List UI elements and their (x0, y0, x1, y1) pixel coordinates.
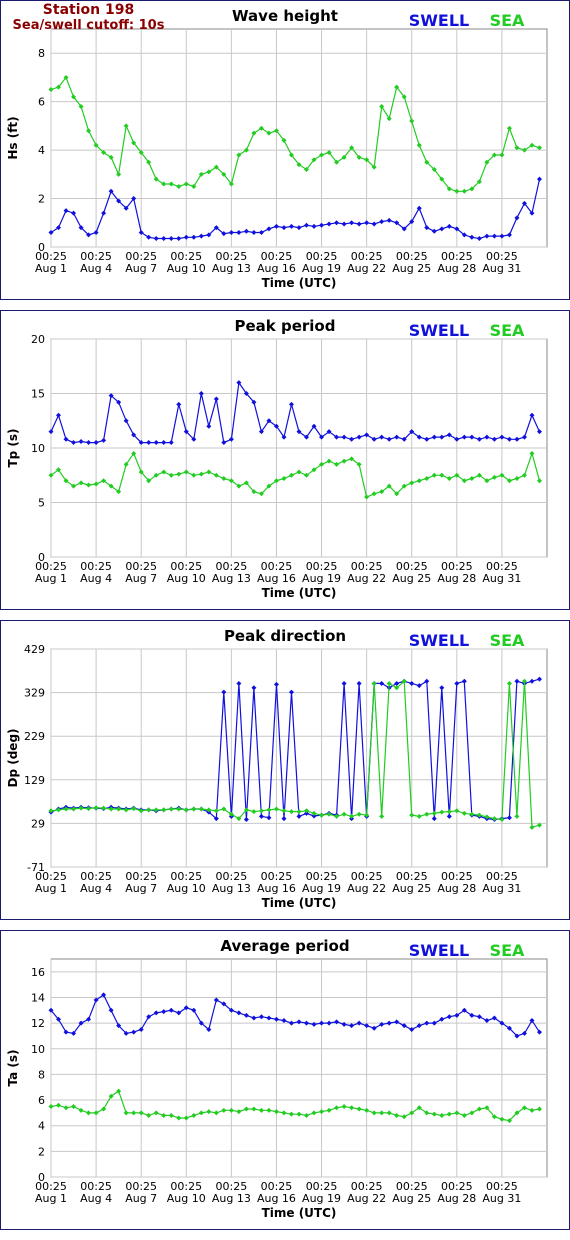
x-tick-date: Aug 31 (482, 572, 521, 585)
station-name: Station 198 (42, 2, 135, 18)
wave-height-chart: 0246800:25Aug 100:25Aug 400:25Aug 700:25… (6, 7, 548, 290)
y-tick-label: 5 (38, 497, 45, 510)
y-tick-label: 329 (24, 687, 45, 700)
plot-area (50, 958, 548, 1178)
legend-swell: SWELL (409, 11, 470, 30)
y-tick-label: 8 (38, 1068, 45, 1081)
x-tick-date: Aug 25 (392, 572, 431, 585)
x-tick-date: Aug 4 (80, 262, 112, 275)
legend-sea: SEA (490, 631, 525, 650)
x-tick-date: Aug 4 (80, 572, 112, 585)
plot-area (50, 648, 548, 868)
station-info: Station 198 Sea/swell cutoff: 10s (1, 2, 176, 34)
x-tick-date: Aug 13 (212, 882, 251, 895)
x-tick-date: Aug 25 (392, 262, 431, 275)
station-cutoff: Sea/swell cutoff: 10s (12, 18, 165, 33)
x-axis-label: Time (UTC) (262, 276, 337, 290)
x-axis-label: Time (UTC) (262, 1206, 337, 1220)
x-tick-date: Aug 22 (347, 1192, 386, 1205)
x-tick-date: Aug 19 (302, 572, 341, 585)
x-tick-date: Aug 1 (35, 572, 67, 585)
legend-sea: SEA (490, 321, 525, 340)
chart-title: Peak direction (224, 627, 346, 645)
x-tick-date: Aug 28 (437, 262, 476, 275)
peak-period-panel: 0 5 10 15 20 00:25 Aug 1 00:25 Aug 4 00:25 Aug 7 00… (0, 310, 570, 610)
x-tick-date: Aug 25 (392, 1192, 431, 1205)
y-axis-label: Dp (deg) (6, 728, 20, 787)
x-tick-date: Aug 7 (125, 262, 157, 275)
y-tick-label: 14 (31, 991, 45, 1004)
x-tick-date: Aug 16 (257, 262, 296, 275)
x-tick-date: Aug 10 (167, 262, 206, 275)
peak-direction-panel: -71 29 129 229 329 429 00:25 Aug 1 00:25 Aug 4 00:… (0, 620, 570, 920)
x-axis-label: Time (UTC) (262, 586, 337, 600)
x-tick-date: Aug 13 (212, 1192, 251, 1205)
x-tick-date: Aug 1 (35, 262, 67, 275)
x-tick-date: Aug 1 (35, 882, 67, 895)
y-axis-label: Hs (ft) (6, 116, 20, 159)
x-axis-label: Time (UTC) (262, 896, 337, 910)
y-tick-label: 229 (24, 730, 45, 743)
x-tick-date: Aug 28 (437, 1192, 476, 1205)
x-tick-date: Aug 19 (302, 882, 341, 895)
legend-sea: SEA (490, 11, 525, 30)
x-tick-date: Aug 4 (80, 1192, 112, 1205)
x-tick-date: Aug 22 (347, 572, 386, 585)
legend-sea: SEA (490, 941, 525, 960)
y-tick-label: 15 (31, 388, 45, 401)
x-tick-date: Aug 7 (125, 882, 157, 895)
x-tick-date: Aug 28 (437, 882, 476, 895)
y-tick-label: 4 (38, 1120, 45, 1133)
x-tick-date: Aug 19 (302, 1192, 341, 1205)
y-tick-label: 20 (31, 333, 45, 346)
x-tick-date: Aug 4 (80, 882, 112, 895)
x-tick-date: Aug 31 (482, 262, 521, 275)
y-tick-label: 8 (38, 47, 45, 60)
y-tick-label: 10 (31, 1043, 45, 1056)
y-tick-label: 4 (38, 144, 45, 157)
y-axis-label: Ta (s) (6, 1049, 20, 1086)
plot-area (50, 28, 548, 248)
x-tick-date: Aug 22 (347, 262, 386, 275)
chart-title: Peak period (235, 317, 336, 335)
y-tick-label: 429 (24, 643, 45, 656)
peak-period-chart: 0510152000:25Aug 100:25Aug 400:25Aug 700… (6, 317, 548, 600)
y-tick-label: 2 (38, 193, 45, 206)
x-tick-date: Aug 25 (392, 882, 431, 895)
x-tick-date: Aug 31 (482, 1192, 521, 1205)
x-tick-date: Aug 13 (212, 262, 251, 275)
x-tick-date: Aug 22 (347, 882, 386, 895)
y-tick-label: 2 (38, 1145, 45, 1158)
x-tick-date: Aug 10 (167, 572, 206, 585)
x-tick-date: Aug 31 (482, 882, 521, 895)
legend-swell: SWELL (409, 941, 470, 960)
y-tick-label: 12 (31, 1017, 45, 1030)
legend-swell: SWELL (409, 631, 470, 650)
average-period-chart: 024681012141600:25Aug 100:25Aug 400:25Au… (6, 937, 548, 1220)
x-tick-date: Aug 28 (437, 572, 476, 585)
y-axis-label: Tp (s) (6, 428, 20, 467)
y-tick-label: 10 (31, 442, 45, 455)
peak-direction-chart: -712912922932942900:25Aug 100:25Aug 400:… (6, 627, 548, 910)
x-tick-date: Aug 10 (167, 882, 206, 895)
x-tick-date: Aug 19 (302, 262, 341, 275)
legend-swell: SWELL (409, 321, 470, 340)
average-period-panel: 0 2 4 6 8 10 12 14 16 00:25 Aug 1 00:25 Aug 4 00:25 Au… (0, 930, 570, 1230)
x-tick-date: Aug 10 (167, 1192, 206, 1205)
x-tick-date: Aug 7 (125, 1192, 157, 1205)
chart-title: Wave height (232, 7, 338, 25)
y-tick-label: 129 (24, 774, 45, 787)
y-tick-label: 6 (38, 96, 45, 109)
x-tick-date: Aug 1 (35, 1192, 67, 1205)
x-tick-date: Aug 16 (257, 882, 296, 895)
y-tick-label: 29 (31, 817, 45, 830)
x-tick-date: Aug 16 (257, 572, 296, 585)
chart-title: Average period (220, 937, 349, 955)
x-tick-date: Aug 7 (125, 572, 157, 585)
x-tick-date: Aug 13 (212, 572, 251, 585)
wave-height-panel: 0 2 4 6 8 00:25 Aug 1 00:25 Aug 4 00:25 Aug 7 00:25… (0, 0, 570, 300)
y-tick-label: 16 (31, 966, 45, 979)
y-tick-label: 6 (38, 1094, 45, 1107)
x-tick-date: Aug 16 (257, 1192, 296, 1205)
